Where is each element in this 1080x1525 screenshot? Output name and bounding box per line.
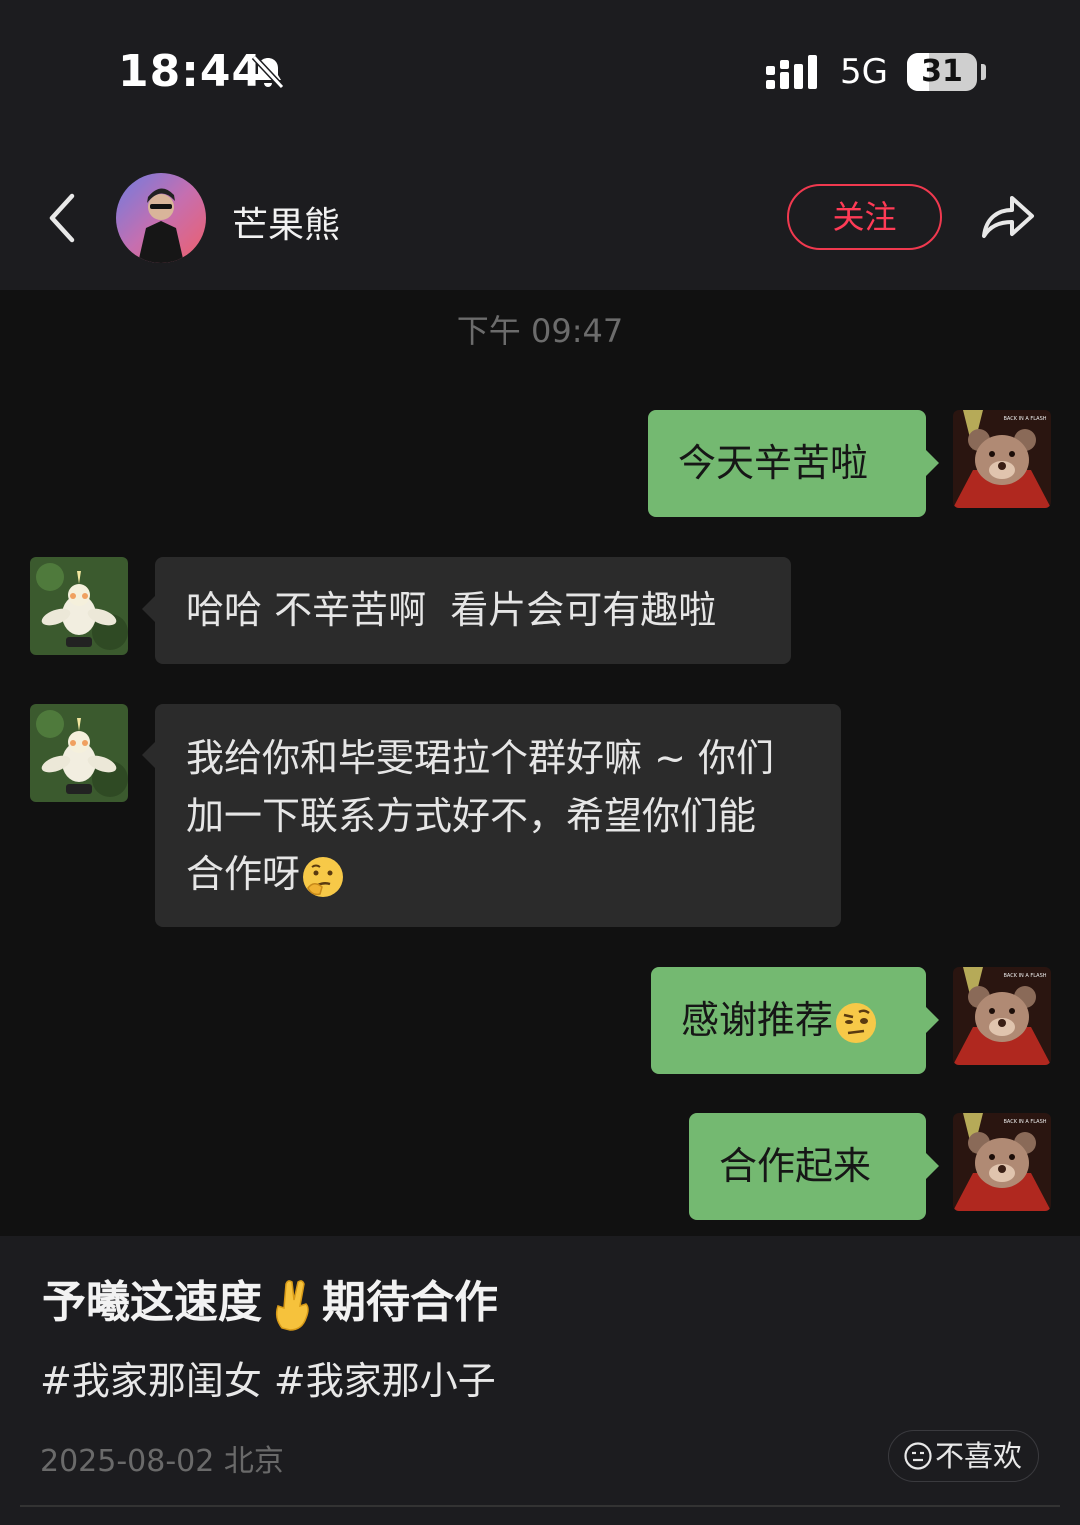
message-line: 合作呀 — [186, 845, 841, 903]
bird-avatar — [30, 557, 128, 655]
raised-eyebrow-emoji — [836, 1002, 877, 1043]
battery-indicator: 31 — [907, 53, 977, 91]
message-text: 哈哈 不辛苦啊 看片会可有趣啦 — [186, 588, 717, 632]
status-time: 18:44 — [118, 46, 264, 97]
post-hashtags[interactable]: #我家那闺女 #我家那小子 — [40, 1350, 496, 1405]
thinking-face-emoji — [303, 856, 344, 897]
message-text: 感谢推荐 — [681, 998, 834, 1042]
bird-avatar — [30, 704, 128, 802]
post-date-location: 2025-08-02 北京 — [40, 1444, 284, 1479]
dislike-button[interactable]: 不喜欢 — [888, 1430, 1039, 1482]
message-bubble-outgoing: 感谢推荐 — [651, 967, 926, 1074]
bubble-tail — [926, 450, 939, 476]
bell-slash-icon — [251, 54, 285, 90]
svg-text:BACK IN A FLASH: BACK IN A FLASH — [1003, 973, 1046, 979]
header-avatar[interactable] — [116, 173, 206, 263]
battery-cap — [981, 64, 986, 80]
svg-text:BACK IN A FLASH: BACK IN A FLASH — [1003, 1119, 1046, 1125]
network-type: 5G — [840, 52, 888, 92]
teddy-bear-avatar: BACK IN A FLASH — [953, 1113, 1051, 1211]
chat-contact-name: 芒果熊 — [232, 205, 341, 246]
follow-button[interactable]: 关注 — [787, 184, 942, 250]
teddy-bear-avatar: BACK IN A FLASH — [953, 410, 1051, 508]
share-arrow-icon[interactable] — [978, 190, 1036, 242]
battery-percent: 31 — [921, 54, 963, 89]
message-bubble-outgoing: 今天辛苦啦 — [648, 410, 926, 517]
post-caption: 予曦这速度 期待合作 — [42, 1266, 498, 1332]
message-text: 合作起来 — [719, 1144, 872, 1188]
caption-text: 予曦这速度 — [42, 1277, 262, 1328]
message-text: 今天辛苦啦 — [678, 441, 869, 485]
message-bubble-outgoing: 合作起来 — [689, 1113, 926, 1220]
chevron-left-icon[interactable] — [44, 190, 80, 246]
chat-timestamp: 下午 09:47 — [456, 312, 624, 350]
bubble-tail — [926, 1153, 939, 1179]
teddy-bear-avatar: BACK IN A FLASH — [953, 967, 1051, 1065]
bubble-tail — [926, 1007, 939, 1033]
message-bubble-incoming: 我给你和毕雯珺拉个群好嘛 ~ 你们 加一下联系方式好不，希望你们能 合作呀 — [155, 704, 841, 927]
neutral-face-icon — [904, 1442, 932, 1470]
message-bubble-incoming: 哈哈 不辛苦啊 看片会可有趣啦 — [155, 557, 791, 664]
bubble-tail — [142, 742, 155, 768]
dislike-label: 不喜欢 — [935, 1439, 1023, 1473]
crossed-fingers-emoji — [275, 1280, 309, 1331]
svg-text:BACK IN A FLASH: BACK IN A FLASH — [1003, 416, 1046, 422]
signal-icon — [766, 55, 817, 89]
bubble-tail — [142, 596, 155, 622]
message-line-text: 合作呀 — [186, 852, 301, 896]
message-line: 我给你和毕雯珺拉个群好嘛 ~ 你们 — [186, 736, 774, 780]
divider — [20, 1505, 1060, 1507]
caption-text: 期待合作 — [322, 1277, 498, 1328]
message-line: 加一下联系方式好不，希望你们能 — [186, 794, 757, 838]
